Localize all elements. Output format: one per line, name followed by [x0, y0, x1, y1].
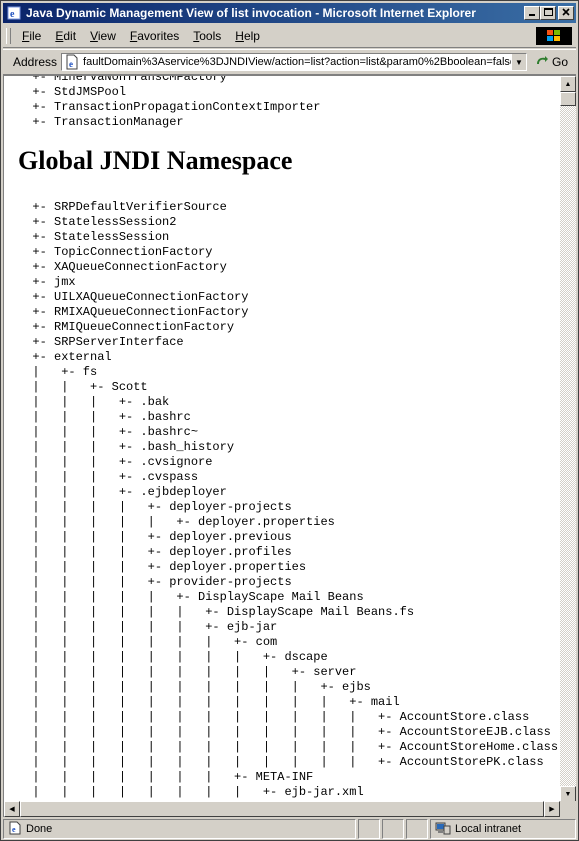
address-label: Address: [13, 55, 58, 69]
menu-file[interactable]: File: [15, 27, 48, 45]
done-page-icon: e: [8, 821, 22, 838]
jndi-tree: +- SRPDefaultVerifierSource +- Stateless…: [32, 200, 559, 799]
go-arrow-icon: [535, 55, 549, 70]
local-intranet-icon: [435, 821, 451, 838]
menu-favorites[interactable]: Favorites: [123, 27, 186, 45]
address-input[interactable]: [83, 56, 511, 68]
menu-tools[interactable]: Tools: [186, 27, 228, 45]
status-blank-pane: [358, 819, 380, 839]
maximize-button[interactable]: [540, 6, 556, 20]
vertical-scroll-thumb[interactable]: [560, 92, 576, 106]
go-label: Go: [551, 55, 568, 69]
scroll-down-button[interactable]: ▼: [560, 786, 576, 802]
page-icon: e: [64, 54, 80, 70]
scrollbar-corner: [560, 801, 576, 817]
close-button[interactable]: [558, 6, 574, 20]
arrow-down-icon: ▼: [564, 790, 572, 798]
arrow-left-icon: ◀: [9, 806, 15, 813]
top-entries-list: +- MinervaNonTransCMFactory +- StdJMSPoo…: [32, 76, 321, 129]
page-heading: Global JNDI Namespace: [18, 146, 293, 175]
title-bar[interactable]: e Java Dynamic Management View of list i…: [3, 3, 576, 23]
ie-page-icon: e: [6, 5, 22, 21]
page-content[interactable]: +- MinervaNonTransCMFactory +- StdJMSPoo…: [4, 76, 560, 802]
browser-window: e Java Dynamic Management View of list i…: [0, 0, 579, 841]
address-dropdown-button[interactable]: ▼: [510, 54, 526, 70]
minimize-button[interactable]: [524, 6, 540, 20]
scroll-left-button[interactable]: ◀: [4, 801, 20, 817]
horizontal-scroll-thumb[interactable]: [20, 801, 544, 817]
windows-logo-icon: [536, 27, 572, 45]
menu-help[interactable]: Help: [228, 27, 267, 45]
svg-text:e: e: [12, 825, 16, 834]
scroll-right-button[interactable]: ▶: [544, 801, 560, 817]
svg-text:e: e: [10, 9, 15, 20]
svg-text:e: e: [69, 59, 73, 69]
arrow-right-icon: ▶: [549, 806, 555, 813]
status-blank-pane-2: [382, 819, 404, 839]
address-box[interactable]: e ▼: [61, 53, 527, 71]
menu-edit[interactable]: Edit: [48, 27, 83, 45]
scroll-up-button[interactable]: ▲: [560, 76, 576, 92]
status-blank-pane-3: [406, 819, 428, 839]
security-zone-pane[interactable]: Local intranet: [430, 819, 576, 839]
maximize-icon: [543, 7, 553, 19]
status-text: Done: [26, 823, 53, 835]
menu-grip[interactable]: [6, 28, 11, 44]
arrow-up-icon: ▲: [564, 80, 572, 88]
status-pane: e Done: [3, 819, 356, 839]
go-button[interactable]: Go: [535, 55, 568, 70]
vertical-scrollbar[interactable]: ▲ ▼: [560, 76, 576, 802]
content-frame: +- MinervaNonTransCMFactory +- StdJMSPoo…: [3, 75, 576, 817]
address-bar: Address e ▼ Go: [3, 49, 576, 75]
chevron-down-icon: ▼: [515, 57, 523, 67]
minimize-icon: [528, 8, 536, 19]
menu-bar: File Edit View Favorites Tools Help: [3, 25, 576, 48]
window-title: Java Dynamic Management View of list inv…: [26, 6, 476, 20]
menu-view[interactable]: View: [83, 27, 123, 45]
zone-label: Local intranet: [455, 823, 522, 835]
status-bar: e Done Local intranet: [3, 819, 576, 839]
horizontal-scrollbar[interactable]: ◀ ▶: [4, 801, 560, 817]
close-icon: [562, 7, 570, 19]
